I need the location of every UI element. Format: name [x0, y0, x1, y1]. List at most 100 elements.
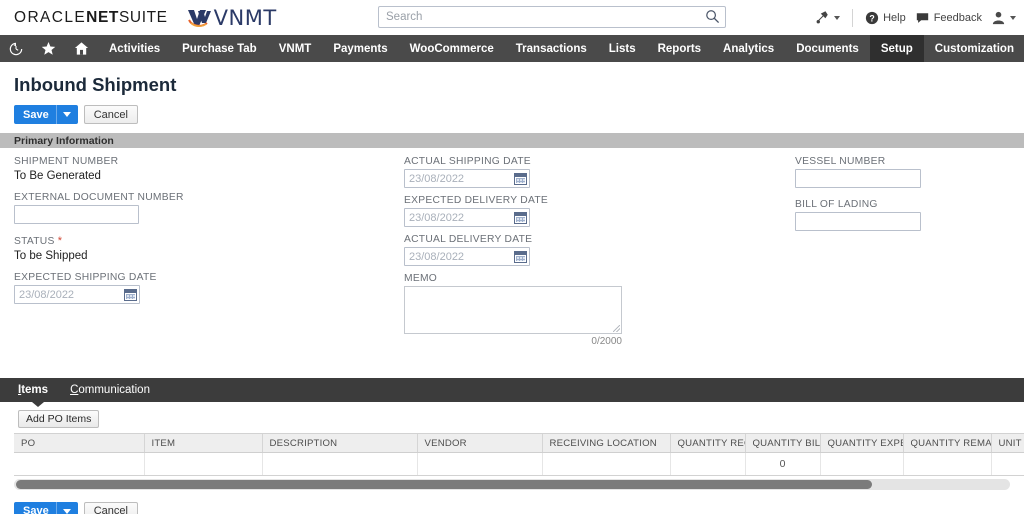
save-button[interactable]: Save: [14, 105, 78, 124]
column-header-quantity-remaining[interactable]: QUANTITY REMAINING: [903, 434, 991, 453]
feedback-link[interactable]: Feedback: [915, 11, 982, 25]
grid-header-row: PO ITEM DESCRIPTION VENDOR RECEIVING LOC…: [14, 434, 1024, 453]
form-column-right: VESSEL NUMBER BILL OF LADING: [795, 156, 1024, 242]
favorites-star-icon[interactable]: [32, 35, 65, 62]
column-header-quantity-received[interactable]: QUANTITY RECEIVED: [670, 434, 745, 453]
sublist-toolbar: Add PO Items: [0, 402, 1024, 433]
active-tab-pointer-icon: [32, 402, 44, 407]
cell-quantity-received[interactable]: [670, 453, 745, 475]
speech-bubble-icon[interactable]: [915, 11, 930, 25]
cell-receiving-location[interactable]: [542, 453, 670, 475]
column-header-vendor[interactable]: VENDOR: [417, 434, 542, 453]
home-icon[interactable]: [65, 35, 98, 62]
add-po-items-button[interactable]: Add PO Items: [18, 410, 99, 428]
chevron-down-icon[interactable]: [63, 112, 71, 117]
tab-communication[interactable]: Communication: [70, 384, 150, 396]
nav-item-documents[interactable]: Documents: [785, 35, 870, 62]
chevron-down-icon[interactable]: [834, 16, 840, 20]
cell-po[interactable]: [14, 453, 144, 475]
save-button-bottom-label[interactable]: Save: [15, 505, 56, 514]
search-input[interactable]: [378, 6, 726, 28]
cell-quantity-expected[interactable]: [820, 453, 903, 475]
nav-item-reports[interactable]: Reports: [647, 35, 712, 62]
save-button-label[interactable]: Save: [15, 109, 56, 121]
user-avatar-icon[interactable]: [991, 10, 1006, 25]
search-icon[interactable]: [705, 9, 720, 24]
nav-item-payments[interactable]: Payments: [322, 35, 398, 62]
cancel-button-bottom[interactable]: Cancel: [84, 502, 138, 514]
grid-scrollbar-thumb[interactable]: [16, 480, 872, 489]
shortcuts-icon[interactable]: [815, 10, 830, 25]
vessel-number-input[interactable]: [795, 169, 921, 188]
form-column-left: SHIPMENT NUMBER To Be Generated EXTERNAL…: [14, 156, 274, 311]
expected-shipping-date-input[interactable]: 23/08/2022: [14, 285, 140, 304]
tab-communication-label[interactable]: ommunication: [78, 384, 150, 396]
actual-delivery-date-input[interactable]: 23/08/2022: [404, 247, 530, 266]
cell-description: [262, 453, 417, 475]
header-divider: [852, 9, 853, 27]
nav-item-setup[interactable]: Setup: [870, 35, 924, 62]
status-value: To be Shipped: [14, 249, 274, 268]
resize-handle-icon[interactable]: [613, 325, 620, 332]
cell-quantity-remaining[interactable]: [903, 453, 991, 475]
table-row[interactable]: 0: [14, 453, 1024, 475]
app-header: ORACLENETSUITE VNMT ?: [0, 0, 1024, 35]
calendar-icon[interactable]: [514, 173, 527, 185]
tab-items-label[interactable]: tems: [21, 384, 48, 396]
cell-unit[interactable]: [991, 453, 1024, 475]
top-action-buttons: Save Cancel: [14, 105, 1024, 124]
net-wordmark: NET: [86, 9, 119, 26]
recent-history-icon[interactable]: [0, 35, 32, 62]
column-header-unit[interactable]: UNIT: [991, 434, 1024, 453]
nav-item-customization[interactable]: Customization: [924, 35, 1024, 62]
global-search[interactable]: [378, 6, 726, 28]
cell-quantity-billed[interactable]: 0: [745, 453, 820, 475]
column-header-quantity-expected[interactable]: QUANTITY EXPECTED: [820, 434, 903, 453]
column-header-receiving-location[interactable]: RECEIVING LOCATION: [542, 434, 670, 453]
column-header-description[interactable]: DESCRIPTION: [262, 434, 417, 453]
chevron-down-icon[interactable]: [1010, 16, 1016, 20]
calendar-icon[interactable]: [124, 289, 137, 301]
nav-item-woocommerce[interactable]: WooCommerce: [399, 35, 505, 62]
page-title: Inbound Shipment: [14, 74, 1024, 96]
save-dropdown-toggle[interactable]: [57, 112, 77, 117]
nav-item-transactions[interactable]: Transactions: [505, 35, 598, 62]
actual-shipping-date-value[interactable]: 23/08/2022: [409, 173, 464, 185]
nav-item-lists[interactable]: Lists: [598, 35, 647, 62]
svg-text:?: ?: [869, 13, 874, 23]
calendar-icon[interactable]: [514, 212, 527, 224]
grid-horizontal-scrollbar[interactable]: [14, 479, 1010, 490]
save-button-bottom[interactable]: Save: [14, 502, 78, 514]
feedback-label[interactable]: Feedback: [934, 12, 982, 24]
bill-of-lading-label: BILL OF LADING: [795, 199, 1024, 210]
memo-textarea[interactable]: [404, 286, 622, 334]
primary-information-section-header: Primary Information: [0, 133, 1024, 148]
help-circle-icon[interactable]: ?: [865, 11, 879, 25]
nav-item-vnmt[interactable]: VNMT: [268, 35, 323, 62]
nav-item-purchase-tab[interactable]: Purchase Tab: [171, 35, 268, 62]
chevron-down-icon[interactable]: [63, 509, 71, 514]
nav-item-activities[interactable]: Activities: [98, 35, 171, 62]
bill-of-lading-input[interactable]: [795, 212, 921, 231]
column-header-quantity-billed[interactable]: QUANTITY BILLED: [745, 434, 820, 453]
expected-shipping-date-value[interactable]: 23/08/2022: [19, 289, 74, 301]
help-label[interactable]: Help: [883, 12, 906, 24]
actual-delivery-date-value[interactable]: 23/08/2022: [409, 251, 464, 263]
save-dropdown-toggle-bottom[interactable]: [57, 509, 77, 514]
help-link[interactable]: ? Help: [865, 11, 906, 25]
external-document-number-input[interactable]: [14, 205, 139, 224]
calendar-icon[interactable]: [514, 251, 527, 263]
expected-delivery-date-input[interactable]: 23/08/2022: [404, 208, 530, 227]
items-sublist: Add PO Items PO ITEM DESCRIPTION VENDOR …: [0, 402, 1024, 490]
shortcuts-menu[interactable]: [815, 10, 840, 25]
column-header-item[interactable]: ITEM: [144, 434, 262, 453]
required-indicator: *: [58, 235, 63, 247]
tab-items[interactable]: Items: [18, 384, 48, 396]
user-menu[interactable]: [991, 10, 1016, 25]
actual-shipping-date-input[interactable]: 23/08/2022: [404, 169, 530, 188]
column-header-po[interactable]: PO: [14, 434, 144, 453]
nav-item-analytics[interactable]: Analytics: [712, 35, 785, 62]
cell-item[interactable]: [144, 453, 262, 475]
expected-delivery-date-value[interactable]: 23/08/2022: [409, 212, 464, 224]
cancel-button[interactable]: Cancel: [84, 105, 138, 124]
